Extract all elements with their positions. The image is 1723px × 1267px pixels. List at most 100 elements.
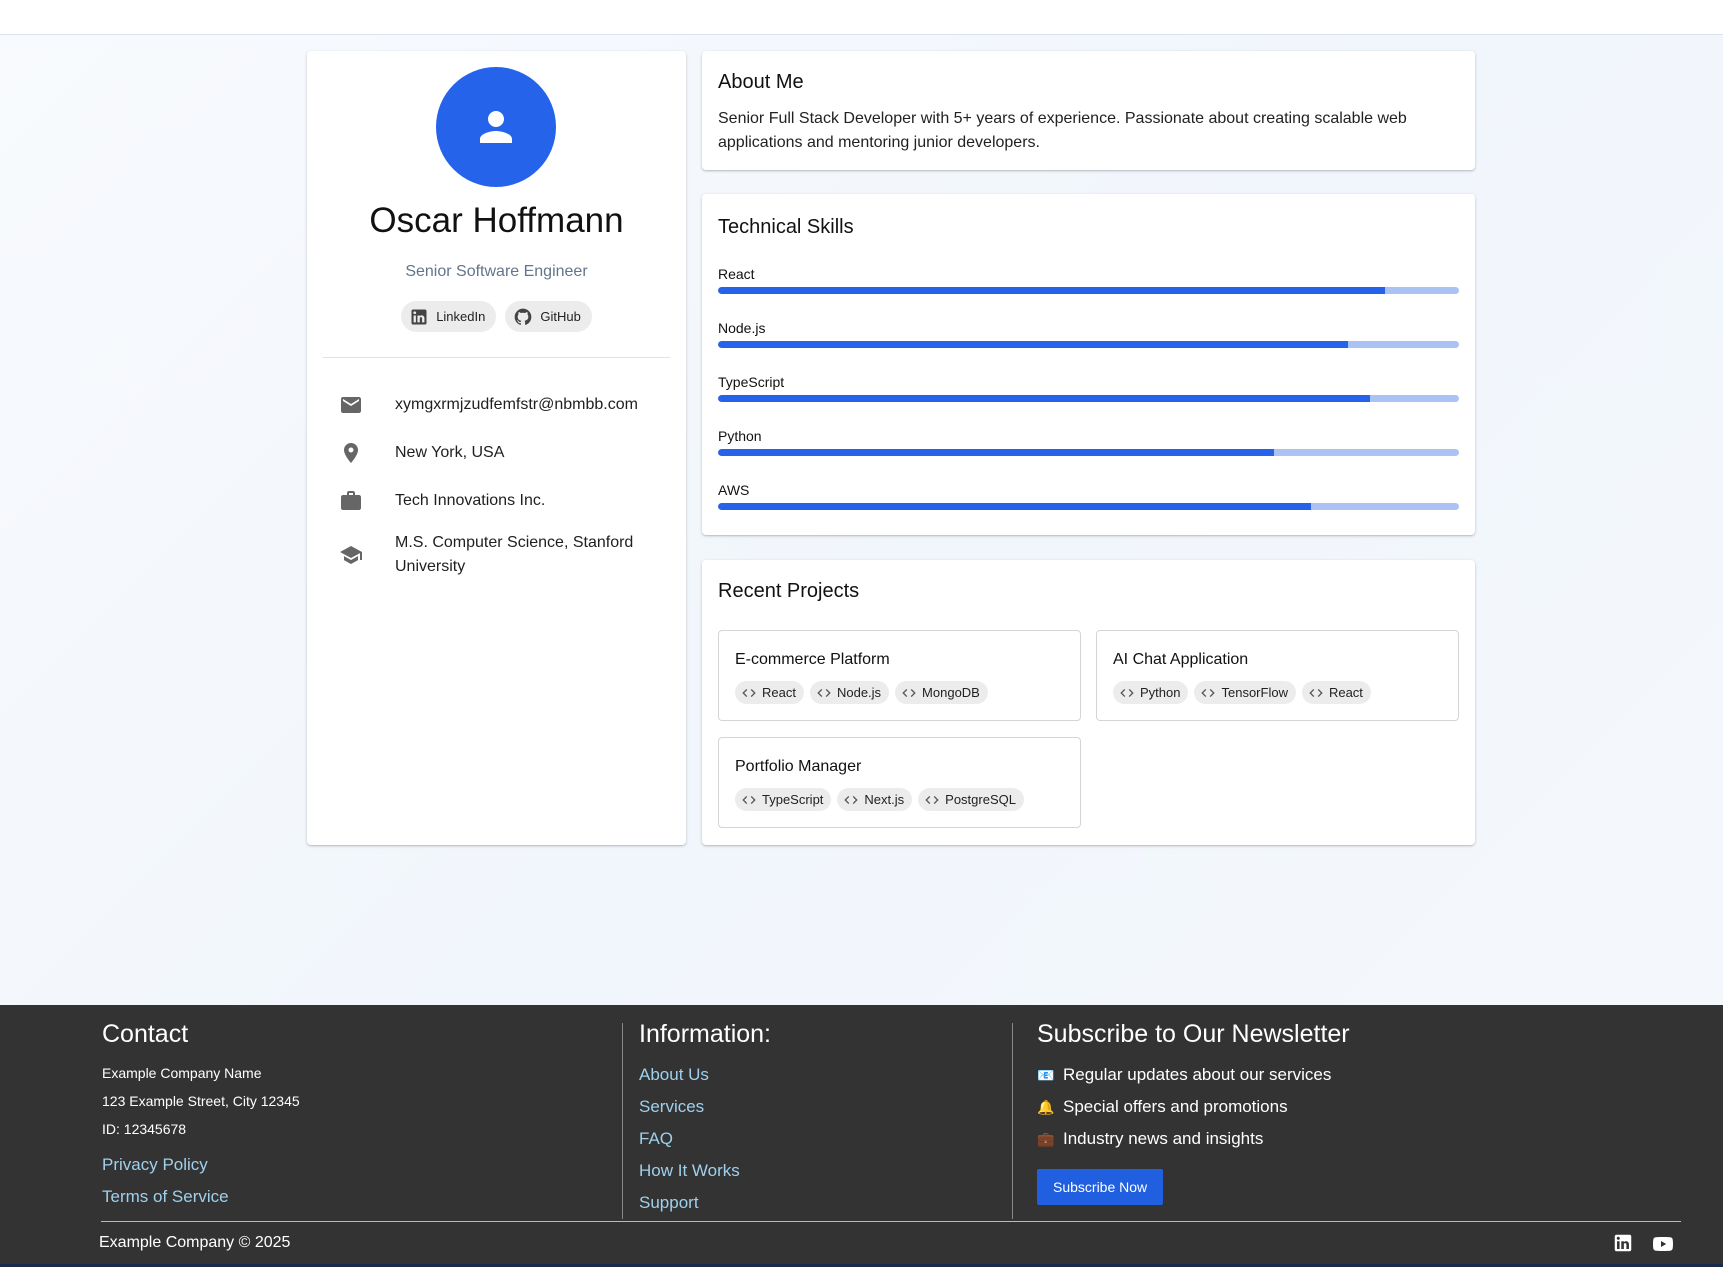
footer-divider [1012, 1023, 1013, 1219]
skill-progress-fill [718, 395, 1371, 402]
company-id: ID: 12345678 [102, 1121, 187, 1137]
envelope-icon: 📧 [1037, 1067, 1055, 1083]
tech-tag: React [735, 681, 804, 704]
skill-progress-bar [718, 287, 1459, 294]
profile-divider [323, 357, 670, 358]
info-company: Tech Innovations Inc. [323, 477, 670, 525]
company-text: Tech Innovations Inc. [395, 492, 546, 509]
code-icon [742, 795, 756, 804]
avatar [436, 67, 556, 187]
bell-icon: 🔔 [1037, 1099, 1055, 1115]
how-it-works-link[interactable]: How It Works [639, 1155, 999, 1187]
email-icon [341, 397, 361, 413]
footer-information-title: Information: [639, 1020, 772, 1048]
linkedin-chip[interactable]: LinkedIn [401, 301, 497, 332]
newsletter-benefit: 📧 Regular updates about our services [1037, 1059, 1597, 1091]
profile-role: Senior Software Engineer [405, 263, 588, 280]
footer-bottom-divider [101, 1221, 1681, 1222]
faq-link[interactable]: FAQ [639, 1123, 999, 1155]
skill-label: React [718, 266, 755, 282]
graduation-cap-icon [340, 546, 362, 564]
about-card: About Me Senior Full Stack Developer wit… [702, 51, 1475, 170]
github-icon [515, 308, 532, 325]
skill-python: Python [718, 428, 1459, 456]
tech-tag: Python [1113, 681, 1189, 704]
about-us-link[interactable]: About Us [639, 1059, 999, 1091]
copyright-text: Example Company © 2025 [99, 1234, 291, 1251]
skill-label: TypeScript [718, 374, 785, 390]
youtube-icon [1653, 1237, 1673, 1251]
support-link[interactable]: Support [639, 1187, 999, 1219]
newsletter-title: Subscribe to Our Newsletter [1037, 1020, 1350, 1048]
footer: Contact Example Company Name 123 Example… [0, 1005, 1723, 1267]
code-icon [1120, 688, 1134, 697]
privacy-policy-link[interactable]: Privacy Policy [102, 1149, 582, 1181]
code-icon [902, 688, 916, 697]
code-icon [742, 688, 756, 697]
skill-label: AWS [718, 482, 750, 498]
info-education: M.S. Computer Science, Stanford Universi… [323, 531, 670, 579]
briefcase-icon: 💼 [1037, 1131, 1055, 1147]
location-pin-icon [344, 443, 358, 463]
footer-divider [622, 1023, 623, 1219]
skill-progress-bar [718, 449, 1459, 456]
projects-card: Recent Projects E-commerce Platform Reac… [702, 560, 1475, 845]
code-icon [925, 795, 939, 804]
code-icon [1309, 688, 1323, 697]
skill-aws: AWS [718, 482, 1459, 510]
github-label: GitHub [540, 309, 581, 324]
footer-linkedin-link[interactable] [1612, 1232, 1634, 1254]
project-title: Portfolio Manager [735, 758, 862, 775]
services-link[interactable]: Services [639, 1091, 999, 1123]
terms-of-service-link[interactable]: Terms of Service [102, 1181, 582, 1213]
newsletter-benefit: 💼 Industry news and insights [1037, 1123, 1597, 1155]
profile-name: Oscar Hoffmann [369, 201, 624, 240]
linkedin-icon [411, 309, 427, 324]
tech-tag: React [1301, 681, 1371, 704]
projects-title: Recent Projects [718, 580, 860, 602]
education-text: M.S. Computer Science, Stanford Universi… [395, 534, 634, 575]
footer-newsletter: Subscribe to Our Newsletter 📧 Regular upd… [1037, 1020, 1597, 1205]
profile-info-list: xymgxrmjzudfemfstr@nbmbb.com New York, U… [323, 381, 670, 579]
social-links: LinkedIn GitHub [307, 301, 686, 332]
company-address: 123 Example Street, City 12345 [102, 1093, 300, 1109]
info-location: New York, USA [323, 429, 670, 477]
location-text: New York, USA [395, 444, 505, 461]
skill-typescript: TypeScript [718, 374, 1459, 402]
tech-tag: Node.js [809, 681, 890, 704]
skill-label: Node.js [718, 320, 766, 336]
skill-progress-fill [718, 287, 1385, 294]
person-icon [480, 111, 512, 143]
skill-label: Python [718, 428, 762, 444]
skill-progress-bar [718, 503, 1459, 510]
linkedin-label: LinkedIn [436, 309, 486, 324]
about-text: Senior Full Stack Developer with 5+ year… [718, 110, 1407, 151]
skill-progress-bar [718, 395, 1459, 402]
newsletter-benefit: 🔔 Special offers and promotions [1037, 1091, 1597, 1123]
info-email: xymgxrmjzudfemfstr@nbmbb.com [323, 381, 670, 429]
project-card[interactable]: AI Chat Application Python TensorFlow Re… [1096, 630, 1459, 721]
company-name: Example Company Name [102, 1065, 262, 1081]
skill-progress-fill [718, 341, 1348, 348]
profile-card: Oscar Hoffmann Senior Software Engineer … [307, 51, 686, 845]
subscribe-button[interactable]: Subscribe Now [1037, 1169, 1164, 1205]
footer-youtube-link[interactable] [1651, 1232, 1675, 1256]
tech-tag: TensorFlow [1194, 681, 1296, 704]
tech-tag: TypeScript [735, 788, 832, 811]
skill-progress-fill [718, 449, 1274, 456]
skill-react: React [718, 266, 1459, 294]
about-title: About Me [718, 71, 804, 93]
top-app-bar [0, 0, 1723, 35]
skills-card: Technical Skills React Node.js TypeScrip… [702, 194, 1475, 535]
linkedin-icon [1614, 1234, 1632, 1252]
code-icon [1201, 688, 1216, 697]
footer-information: Information: About Us Services FAQ How I… [639, 1020, 999, 1219]
briefcase-icon [341, 491, 361, 510]
github-chip[interactable]: GitHub [505, 301, 592, 332]
project-title: E-commerce Platform [735, 651, 890, 668]
tech-tag: PostgreSQL [918, 788, 1024, 811]
skill-progress-fill [718, 503, 1311, 510]
footer-contact-title: Contact [102, 1020, 189, 1048]
project-card[interactable]: E-commerce Platform React Node.js MongoD… [718, 630, 1081, 721]
project-card[interactable]: Portfolio Manager TypeScript Next.js Pos… [718, 737, 1081, 828]
